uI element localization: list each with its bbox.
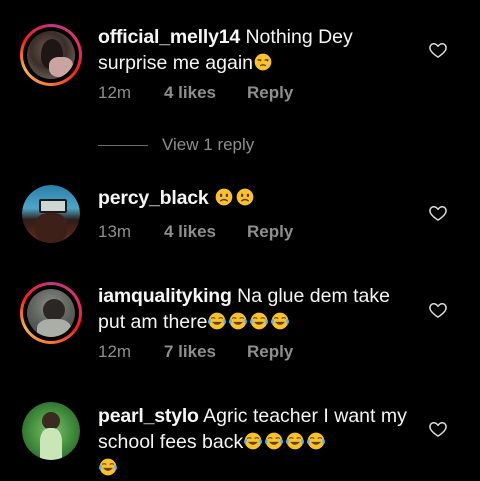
- avatar[interactable]: [22, 402, 80, 460]
- likes-count[interactable]: 4 likes: [164, 83, 247, 103]
- username[interactable]: iamqualityking: [98, 285, 232, 307]
- divider-line: [98, 144, 148, 146]
- tears-of-joy-icon: [207, 311, 227, 331]
- heart-outline-icon[interactable]: [428, 419, 448, 439]
- tears-of-joy-icon: [228, 311, 248, 331]
- tears-of-joy-icon: [264, 431, 284, 451]
- reply-button[interactable]: Reply: [247, 83, 293, 103]
- username[interactable]: official_melly14: [98, 26, 240, 48]
- username[interactable]: pearl_stylo: [98, 405, 199, 427]
- heart-outline-icon[interactable]: [428, 40, 448, 60]
- comment-text: iamqualityking Na glue dem take put am t…: [98, 283, 418, 335]
- frowning-face-icon: [235, 187, 255, 207]
- timestamp: 12m: [98, 342, 132, 361]
- comment-text: percy_black: [98, 185, 418, 211]
- avatar[interactable]: [20, 24, 82, 86]
- reply-button[interactable]: Reply: [247, 222, 293, 242]
- comment-meta: 12m 4 likes Reply: [98, 83, 293, 103]
- tears-of-joy-icon: [270, 311, 290, 331]
- tears-of-joy-icon: [285, 431, 305, 451]
- comment-text: official_melly14 Nothing Dey surprise me…: [98, 24, 418, 76]
- tears-of-joy-icon: [98, 457, 118, 477]
- timestamp: 13m: [98, 222, 132, 241]
- tears-of-joy-icon: [243, 431, 263, 451]
- likes-count[interactable]: 7 likes: [164, 342, 247, 362]
- likes-count[interactable]: 4 likes: [164, 222, 247, 242]
- comment-meta: 12m 7 likes Reply: [98, 342, 293, 362]
- avatar[interactable]: [22, 185, 80, 243]
- comment-meta: 13m 4 likes Reply: [98, 222, 293, 242]
- timestamp: 12m: [98, 83, 132, 102]
- heart-outline-icon[interactable]: [428, 203, 448, 223]
- reply-button[interactable]: Reply: [247, 342, 293, 362]
- tears-of-joy-icon: [306, 431, 326, 451]
- heart-outline-icon[interactable]: [428, 300, 448, 320]
- frowning-face-icon: [214, 187, 234, 207]
- view-replies-label: View 1 reply: [162, 135, 255, 154]
- username[interactable]: percy_black: [98, 187, 209, 209]
- avatar[interactable]: [20, 282, 82, 344]
- comment-text: pearl_stylo Agric teacher I want my scho…: [98, 403, 418, 481]
- unamused-face-icon: [253, 52, 273, 72]
- view-replies-button[interactable]: View 1 reply: [98, 135, 254, 155]
- tears-of-joy-icon: [249, 311, 269, 331]
